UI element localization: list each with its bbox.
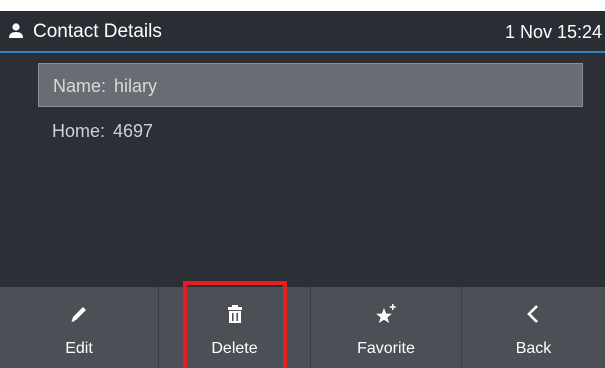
- favorite-label: Favorite: [357, 340, 415, 357]
- field-value: 4697: [113, 121, 154, 141]
- field-value: hilary: [114, 76, 158, 96]
- favorite-button[interactable]: Favorite: [311, 287, 462, 368]
- contact-field-home[interactable]: Home: 4697: [38, 109, 583, 153]
- star-plus-icon: [376, 304, 396, 323]
- back-label: Back: [515, 340, 552, 357]
- header-bar: Contact Details 1 Nov 15:24: [0, 11, 605, 53]
- softkey-bar: Edit Delete Favorite Back: [0, 287, 605, 368]
- chevron-left-icon: [526, 305, 538, 323]
- field-label: Name:: [53, 76, 107, 96]
- clock-display: 1 Nov 15:24: [505, 22, 603, 42]
- edit-button[interactable]: Edit: [0, 287, 159, 368]
- edit-label: Edit: [65, 340, 93, 357]
- back-button[interactable]: Back: [462, 287, 605, 368]
- contact-field-name[interactable]: Name: hilary: [38, 63, 583, 107]
- delete-button[interactable]: Delete: [159, 287, 311, 368]
- contact-icon: [9, 23, 23, 38]
- phone-screen: Contact Details 1 Nov 15:24 Name: hilary …: [0, 11, 605, 368]
- page-title: Contact Details: [33, 21, 162, 42]
- pencil-icon: [71, 307, 86, 322]
- delete-label: Delete: [211, 340, 258, 357]
- trash-icon: [227, 305, 242, 323]
- field-label: Home:: [52, 121, 106, 141]
